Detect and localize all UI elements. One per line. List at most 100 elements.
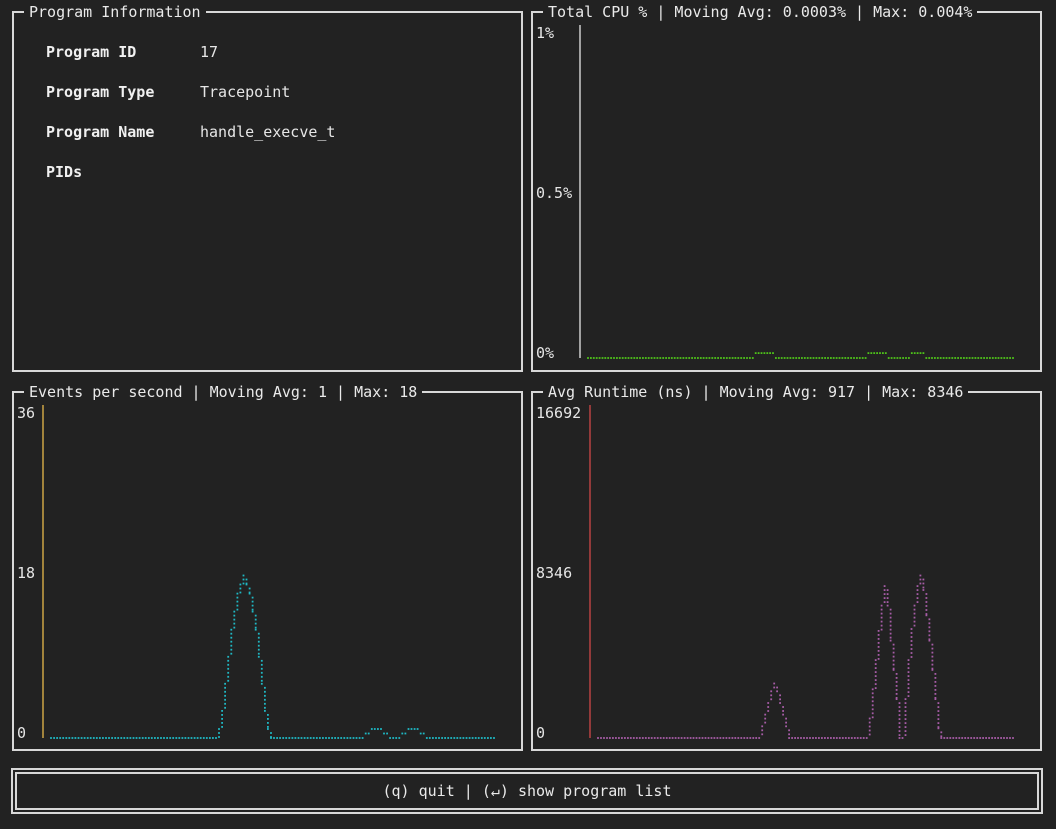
events-data-point — [86, 737, 89, 739]
runtime-data-point — [931, 647, 934, 650]
runtime-data-point — [937, 706, 940, 708]
runtime-data-point — [889, 612, 892, 615]
events-data-point — [343, 737, 346, 739]
runtime-data-point — [904, 726, 907, 728]
cpu-data-point — [763, 352, 766, 354]
events-data-point — [242, 582, 245, 585]
events-data-point — [386, 732, 388, 735]
cpu-data-point — [876, 352, 878, 354]
runtime-data-point — [880, 612, 883, 615]
quit-shortcut[interactable]: (q) quit — [383, 782, 455, 800]
runtime-data-point — [895, 673, 898, 675]
runtime-data-point — [913, 612, 916, 615]
events-data-point — [236, 596, 239, 599]
events-data-point — [236, 604, 239, 607]
show-program-list-shortcut[interactable]: (↵) show program list — [482, 782, 672, 800]
events-data-point — [260, 675, 263, 678]
events-data-point — [123, 737, 126, 739]
events-data-point — [175, 737, 178, 739]
events-data-point — [157, 737, 159, 739]
cpu-data-point — [948, 357, 951, 359]
events-data-point — [401, 732, 404, 735]
runtime-data-point — [940, 737, 943, 739]
events-data-point — [224, 690, 226, 693]
events-data-point — [62, 737, 65, 739]
runtime-data-point — [913, 616, 916, 619]
runtime-data-point — [788, 729, 790, 732]
runtime-data-point — [871, 696, 874, 699]
runtime-data-point — [838, 737, 841, 739]
runtime-data-point — [773, 682, 776, 685]
events-data-point — [224, 698, 226, 701]
events-data-point — [245, 582, 248, 585]
runtime-data-point — [988, 737, 990, 739]
cpu-data-point — [792, 357, 795, 359]
events-data-point — [410, 728, 413, 730]
runtime-data-point — [844, 737, 847, 739]
runtime-data-point — [955, 737, 958, 739]
runtime-data-point — [907, 663, 910, 665]
runtime-data-point — [650, 737, 653, 739]
runtime-data-point — [734, 737, 737, 739]
events-data-point — [236, 592, 239, 595]
events-data-point — [254, 626, 257, 629]
events-data-point — [392, 737, 395, 739]
runtime-data-point — [853, 737, 856, 739]
events-data-point — [166, 737, 168, 739]
cpu-data-point — [913, 352, 916, 354]
events-data-point — [260, 659, 263, 662]
runtime-data-point — [895, 697, 898, 699]
program-type-label: Program Type — [46, 83, 155, 101]
runtime-data-point — [880, 628, 883, 631]
runtime-data-point — [635, 737, 638, 739]
runtime-data-point — [782, 710, 784, 712]
cpu-data-point — [945, 357, 948, 359]
events-data-point — [196, 737, 199, 739]
cpu-data-point — [685, 357, 688, 359]
runtime-data-point — [880, 620, 883, 623]
runtime-data-point — [892, 647, 895, 650]
runtime-data-point — [991, 737, 993, 739]
events-data-point — [236, 600, 239, 603]
cpu-data-point — [772, 352, 774, 354]
cpu-data-point — [844, 357, 847, 359]
events-data-point — [309, 737, 312, 739]
events-data-point — [285, 737, 288, 739]
events-data-point — [358, 737, 361, 739]
runtime-data-point — [713, 737, 716, 739]
events-data-point — [480, 737, 483, 739]
events-data-point — [267, 722, 269, 724]
events-data-point — [239, 583, 242, 586]
events-data-point — [291, 737, 294, 739]
cpu-data-point — [786, 357, 789, 359]
runtime-data-point — [835, 737, 838, 739]
cpu-data-point — [916, 352, 919, 354]
cpu-data-point — [928, 357, 931, 359]
events-data-point — [230, 636, 233, 639]
events-data-point — [462, 737, 465, 739]
runtime-data-point — [874, 663, 877, 665]
events-data-point — [432, 737, 434, 739]
runtime-data-point — [874, 675, 877, 677]
runtime-data-point — [898, 702, 901, 704]
cpu-data-point — [694, 357, 696, 359]
runtime-data-point — [943, 737, 946, 739]
runtime-data-point — [967, 737, 970, 739]
cpu-data-point — [1003, 357, 1006, 359]
cpu-data-point — [801, 357, 803, 359]
runtime-data-point — [770, 694, 773, 697]
events-data-point — [373, 728, 376, 730]
events-data-point — [377, 728, 379, 730]
cpu-data-point — [968, 357, 971, 359]
events-data-point — [251, 608, 254, 611]
runtime-data-point — [889, 636, 892, 639]
runtime-data-point — [937, 718, 940, 720]
events-data-point — [322, 737, 324, 739]
events-data-point — [294, 737, 297, 739]
events-data-point — [114, 737, 117, 739]
runtime-data-point — [680, 737, 683, 739]
cpu-data-point — [604, 357, 607, 359]
runtime-data-point — [618, 737, 620, 739]
events-data-point — [224, 682, 226, 685]
cpu-data-point — [977, 357, 980, 359]
